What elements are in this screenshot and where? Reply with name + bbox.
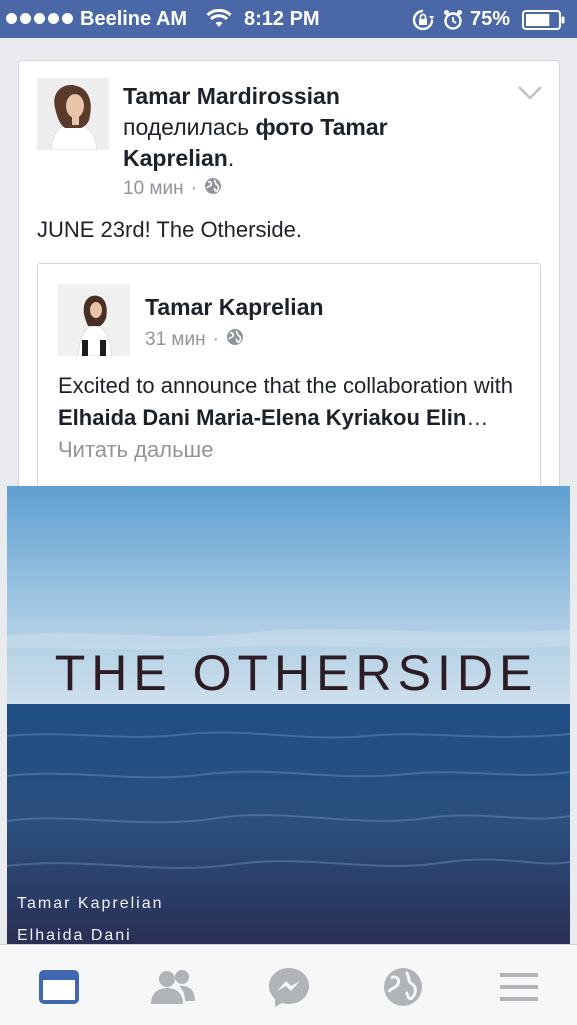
- shared-text-plain: Excited to announce that the collaborati…: [58, 373, 513, 398]
- shared-author-avatar[interactable]: [58, 284, 130, 356]
- tagged-people[interactable]: Elhaida Dani Maria-Elena Kyriakou Elin: [58, 405, 466, 430]
- menu-icon[interactable]: [494, 965, 544, 1009]
- battery-icon: [522, 10, 566, 36]
- globe-icon[interactable]: [378, 965, 428, 1009]
- meta-separator: ·: [212, 329, 219, 350]
- post-meta: 10 мин ·: [123, 177, 222, 201]
- shared-text: Excited to announce that the collaborati…: [58, 370, 528, 466]
- shared-timestamp[interactable]: 31 мин: [145, 329, 206, 351]
- photo-credit-2: Elhaida Dani: [17, 927, 132, 944]
- post-text: JUNE 23rd! The Otherside.: [37, 217, 302, 242]
- signal-strength-icon: [6, 13, 73, 24]
- author-avatar[interactable]: [37, 78, 109, 150]
- shared-photo[interactable]: THE OTHERSIDE Tamar Kaprelian Elhaida Da…: [7, 486, 570, 944]
- photo-credit-1: Tamar Kaprelian: [17, 895, 164, 912]
- tab-bar: [0, 944, 577, 1025]
- status-bar: Beeline AM 8:12 PM 75%: [0, 0, 577, 38]
- rotation-lock-icon: [412, 9, 434, 37]
- author-name-link[interactable]: Tamar Mardirossian: [123, 83, 340, 109]
- header-punct: .: [227, 145, 235, 171]
- photo-title: THE OTHERSIDE: [54, 645, 539, 701]
- news-feed-icon[interactable]: [34, 965, 84, 1009]
- wifi-icon: [206, 8, 232, 35]
- ellipsis: …: [466, 405, 489, 430]
- post-header: Tamar Mardirossian поделилась фото Tamar…: [123, 81, 453, 174]
- battery-percent: 75%: [470, 8, 511, 30]
- globe-icon: [226, 328, 244, 352]
- friends-icon[interactable]: [148, 965, 198, 1009]
- alarm-icon: [443, 9, 463, 37]
- action-text: поделилась: [123, 114, 250, 140]
- clock: 8:12 PM: [244, 8, 320, 30]
- shared-author-name[interactable]: Tamar Kaprelian: [145, 294, 324, 321]
- globe-icon: [204, 177, 222, 201]
- meta-separator: ·: [190, 178, 197, 199]
- read-more-link[interactable]: Читать дальше: [58, 437, 213, 462]
- post-timestamp[interactable]: 10 мин: [123, 178, 184, 200]
- ocean-image: [7, 486, 570, 944]
- chevron-down-icon[interactable]: [517, 85, 543, 106]
- messenger-icon[interactable]: [264, 965, 314, 1009]
- shared-meta: 31 мин ·: [145, 328, 244, 352]
- carrier-name: Beeline AM: [80, 8, 188, 30]
